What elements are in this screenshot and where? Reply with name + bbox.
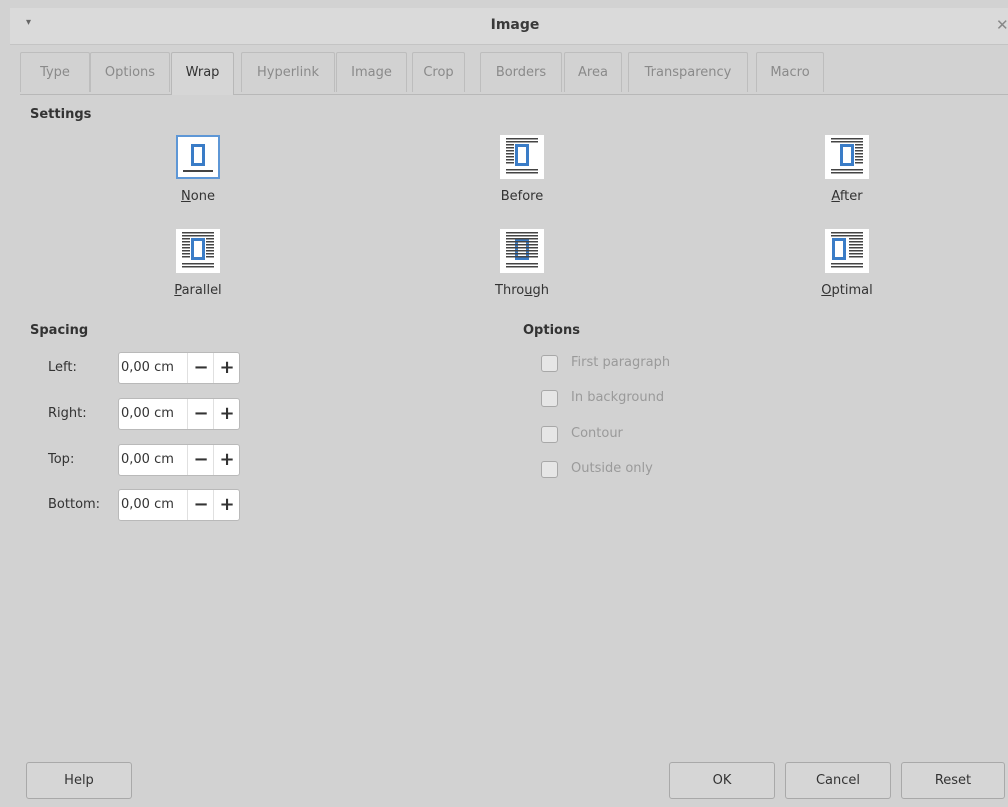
tab-type[interactable]: Type [20, 52, 90, 92]
contour-checkbox-box[interactable] [541, 426, 558, 443]
wrap-none-icon [176, 135, 220, 179]
wrap-before-label: Before [500, 189, 544, 204]
spacing-top-label: Top: [48, 452, 75, 467]
spacing-right-label: Right: [48, 406, 87, 421]
spacing-right-spinbox[interactable]: 0,00 cm − + [118, 398, 240, 430]
wrap-parallel-label: Parallel [174, 283, 222, 298]
spacing-right-increment-button[interactable]: + [213, 399, 240, 429]
wrap-none-option[interactable]: None [138, 135, 258, 204]
outside-only-checkbox-box[interactable] [541, 461, 558, 478]
spacing-left-value[interactable]: 0,00 cm [121, 360, 174, 375]
spacing-top-increment-button[interactable]: + [213, 445, 240, 475]
first-paragraph-label: First paragraph [571, 355, 671, 370]
cancel-button[interactable]: Cancel [785, 762, 891, 799]
wrap-before-option[interactable]: Before [462, 135, 582, 204]
title-bar: ▾ Image ✕ [10, 8, 1008, 45]
reset-button[interactable]: Reset [901, 762, 1005, 799]
wrap-parallel-icon [176, 229, 220, 273]
spacing-left-spinbox[interactable]: 0,00 cm − + [118, 352, 240, 384]
wrap-parallel-option[interactable]: Parallel [138, 229, 258, 298]
tab-borders[interactable]: Borders [480, 52, 562, 92]
spacing-top-decrement-button[interactable]: − [187, 445, 214, 475]
contour-checkbox[interactable]: Contour [541, 425, 841, 445]
tab-transparency[interactable]: Transparency [628, 52, 748, 92]
wrap-through-option[interactable]: Through [462, 229, 582, 298]
tab-area[interactable]: Area [564, 52, 622, 92]
tab-macro[interactable]: Macro [756, 52, 824, 92]
first-paragraph-checkbox-box[interactable] [541, 355, 558, 372]
first-paragraph-checkbox[interactable]: First paragraph [541, 354, 841, 374]
wrap-before-icon [500, 135, 544, 179]
window-title: Image [490, 17, 540, 33]
tab-divider [20, 94, 1008, 95]
spacing-bottom-decrement-button[interactable]: − [187, 490, 214, 520]
spacing-top-value[interactable]: 0,00 cm [121, 452, 174, 467]
spacing-bottom-spinbox[interactable]: 0,00 cm − + [118, 489, 240, 521]
outside-only-label: Outside only [571, 461, 653, 476]
contour-label: Contour [571, 426, 623, 441]
wrap-after-option[interactable]: After [787, 135, 907, 204]
spacing-left-decrement-button[interactable]: − [187, 353, 214, 383]
wrap-none-label: None [181, 189, 215, 204]
wrap-optimal-option[interactable]: Optimal [787, 229, 907, 298]
options-heading: Options [523, 323, 580, 338]
spacing-bottom-value[interactable]: 0,00 cm [121, 497, 174, 512]
wrap-after-label: After [831, 189, 863, 204]
spacing-bottom-increment-button[interactable]: + [213, 490, 240, 520]
spacing-left-increment-button[interactable]: + [213, 353, 240, 383]
in-background-checkbox[interactable]: In background [541, 389, 841, 409]
ok-button[interactable]: OK [669, 762, 775, 799]
spacing-top-spinbox[interactable]: 0,00 cm − + [118, 444, 240, 476]
wrap-optimal-icon [825, 229, 869, 273]
help-button[interactable]: Help [26, 762, 132, 799]
tab-wrap[interactable]: Wrap [171, 52, 234, 95]
wrap-optimal-label: Optimal [821, 283, 873, 298]
settings-heading: Settings [30, 107, 92, 122]
tab-crop[interactable]: Crop [412, 52, 465, 92]
in-background-label: In background [571, 390, 665, 405]
spacing-right-value[interactable]: 0,00 cm [121, 406, 174, 421]
tab-image[interactable]: Image [336, 52, 407, 92]
tab-hyperlink[interactable]: Hyperlink [241, 52, 335, 92]
outside-only-checkbox[interactable]: Outside only [541, 460, 841, 480]
tab-options[interactable]: Options [90, 52, 170, 92]
spacing-right-decrement-button[interactable]: − [187, 399, 214, 429]
close-icon[interactable]: ✕ [996, 16, 1008, 34]
spacing-left-label: Left: [48, 360, 77, 375]
wrap-through-icon [500, 229, 544, 273]
spacing-heading: Spacing [30, 323, 89, 338]
wrap-after-icon [825, 135, 869, 179]
wrap-through-label: Through [495, 283, 549, 298]
spacing-bottom-label: Bottom: [48, 497, 101, 512]
in-background-checkbox-box[interactable] [541, 390, 558, 407]
